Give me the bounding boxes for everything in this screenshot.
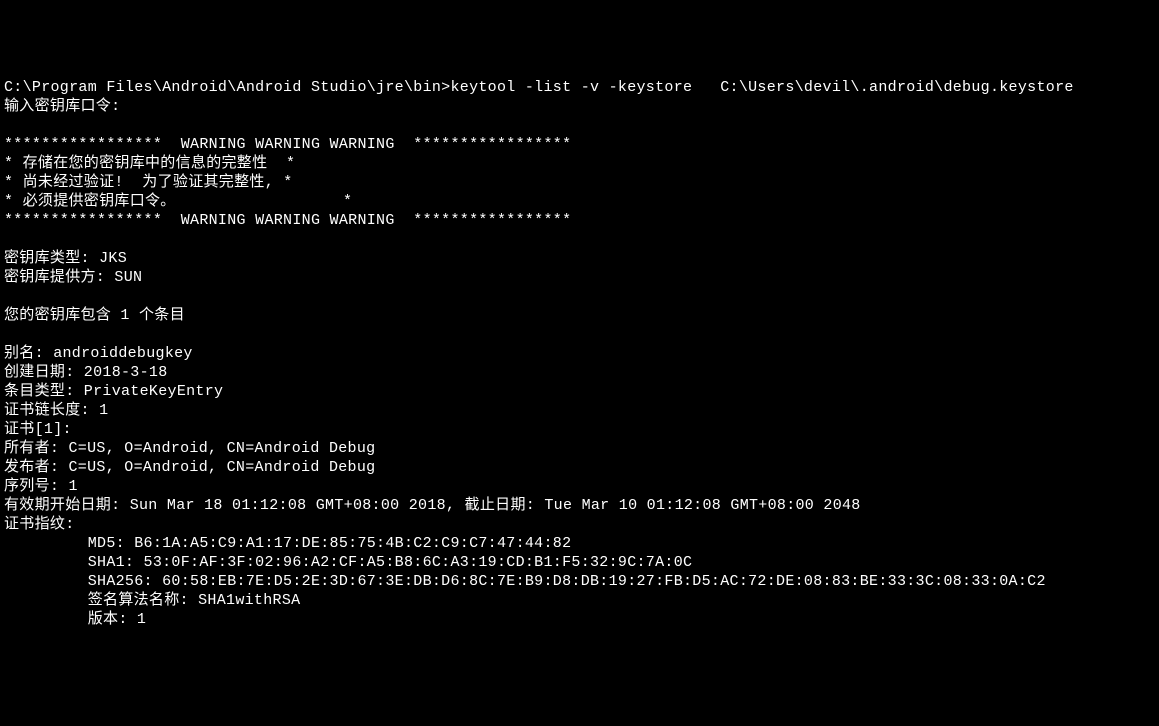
terminal-line: SHA1: 53:0F:AF:3F:02:96:A2:CF:A5:B8:6C:A… — [4, 553, 1155, 572]
terminal-line: 条目类型: PrivateKeyEntry — [4, 382, 1155, 401]
terminal-line: 密钥库提供方: SUN — [4, 268, 1155, 287]
terminal-line — [4, 230, 1155, 249]
terminal-line: 输入密钥库口令: — [4, 97, 1155, 116]
terminal-line: 版本: 1 — [4, 610, 1155, 629]
terminal-line — [4, 116, 1155, 135]
terminal-line: ***************** WARNING WARNING WARNIN… — [4, 135, 1155, 154]
terminal-line: 您的密钥库包含 1 个条目 — [4, 306, 1155, 325]
terminal-line: 证书[1]: — [4, 420, 1155, 439]
terminal-line: 密钥库类型: JKS — [4, 249, 1155, 268]
terminal-line — [4, 287, 1155, 306]
terminal-line: SHA256: 60:58:EB:7E:D5:2E:3D:67:3E:DB:D6… — [4, 572, 1155, 591]
terminal-line: MD5: B6:1A:A5:C9:A1:17:DE:85:75:4B:C2:C9… — [4, 534, 1155, 553]
terminal-line: 创建日期: 2018-3-18 — [4, 363, 1155, 382]
terminal-line: 发布者: C=US, O=Android, CN=Android Debug — [4, 458, 1155, 477]
terminal-line: 有效期开始日期: Sun Mar 18 01:12:08 GMT+08:00 2… — [4, 496, 1155, 515]
terminal-line: * 尚未经过验证! 为了验证其完整性, * — [4, 173, 1155, 192]
terminal-line: ***************** WARNING WARNING WARNIN… — [4, 211, 1155, 230]
terminal-line: 证书链长度: 1 — [4, 401, 1155, 420]
terminal-line: * 必须提供密钥库口令。 * — [4, 192, 1155, 211]
terminal-line: C:\Program Files\Android\Android Studio\… — [4, 78, 1155, 97]
terminal-line: 序列号: 1 — [4, 477, 1155, 496]
terminal-line: * 存储在您的密钥库中的信息的完整性 * — [4, 154, 1155, 173]
terminal-output: C:\Program Files\Android\Android Studio\… — [4, 78, 1155, 629]
terminal-line: 别名: androiddebugkey — [4, 344, 1155, 363]
terminal-line: 所有者: C=US, O=Android, CN=Android Debug — [4, 439, 1155, 458]
terminal-line — [4, 325, 1155, 344]
terminal-line: 证书指纹: — [4, 515, 1155, 534]
